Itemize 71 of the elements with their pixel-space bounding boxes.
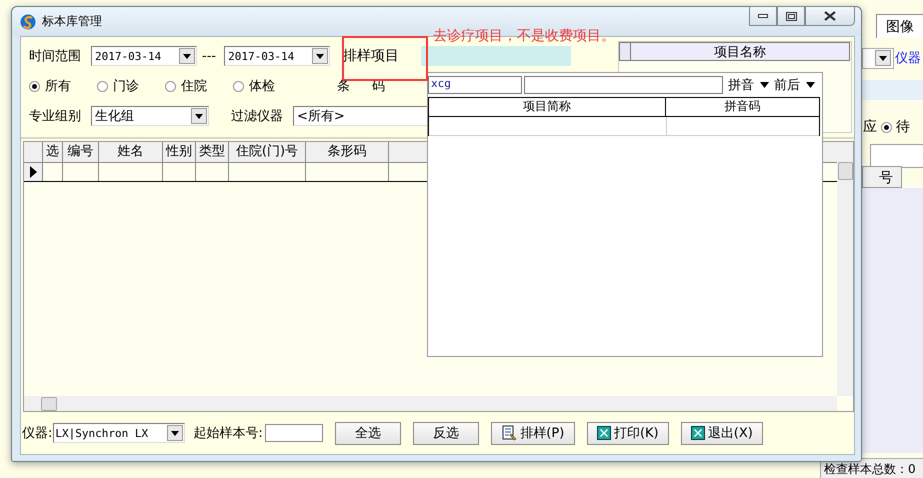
- box-x-icon: [690, 426, 705, 440]
- instrument-link[interactable]: 仪器: [895, 49, 921, 67]
- radio-label: 所有: [45, 78, 71, 95]
- maximize-icon: [786, 12, 796, 20]
- radio-label: 体检: [249, 78, 275, 95]
- column-header: 姓名: [99, 142, 163, 162]
- radio-button[interactable]: [233, 80, 244, 92]
- column-header: 编号: [63, 142, 99, 162]
- box-x-icon: [596, 426, 611, 440]
- column-header: 性别: [163, 142, 196, 162]
- radio-label: 待: [896, 118, 910, 136]
- icon-button[interactable]: 排样(P): [490, 422, 575, 444]
- mode-dropdown[interactable]: 拼音: [728, 76, 769, 94]
- caret-icon: [171, 430, 180, 436]
- caret-icon: [806, 82, 815, 88]
- maximize-button[interactable]: [777, 6, 805, 26]
- minimize-icon: [758, 14, 768, 18]
- date-picker[interactable]: 2017-03-14: [91, 46, 197, 66]
- column-header: 号: [862, 166, 902, 188]
- annotation-text: 去诊疗项目，不是收费项目。: [433, 27, 615, 45]
- document-icon: [501, 425, 518, 441]
- instrument-dropdown[interactable]: LX|Synchron LX: [53, 423, 186, 443]
- header-corner: [619, 42, 631, 61]
- radio-button[interactable]: [97, 80, 108, 92]
- date-range-label: 时间范围: [29, 48, 81, 65]
- row-pointer-icon: [30, 166, 36, 178]
- group-dropdown[interactable]: 生化组: [91, 106, 209, 126]
- button[interactable]: 反选: [412, 422, 479, 444]
- caret-icon: [183, 54, 191, 58]
- column-header: 项目名称: [631, 42, 850, 61]
- window-title: 标本库管理: [42, 13, 102, 30]
- caret-icon: [879, 56, 887, 60]
- caret-icon: [760, 82, 769, 88]
- start-sample-label: 起始样本号:: [193, 425, 263, 442]
- column-header: 项目简称: [429, 98, 666, 117]
- scheduling-items-field[interactable]: [421, 46, 572, 66]
- dropdown[interactable]: [862, 48, 894, 69]
- status-bar: 检查样本总数：0: [820, 458, 923, 478]
- minimize-button[interactable]: [749, 6, 777, 26]
- caret-icon: [316, 54, 324, 58]
- label-fragment: 应: [863, 118, 877, 136]
- app-logo-icon: [20, 14, 36, 30]
- close-icon: [824, 11, 836, 21]
- radio-button[interactable]: [881, 122, 892, 132]
- input-field[interactable]: [524, 76, 723, 94]
- column-header: 条形码: [306, 142, 389, 162]
- horizontal-scrollbar[interactable]: [24, 396, 837, 411]
- column-header: 类型: [196, 142, 229, 162]
- radio-label: 门诊: [113, 78, 139, 95]
- button[interactable]: 全选: [334, 422, 401, 444]
- radio-button[interactable]: [165, 80, 176, 92]
- scheduling-items-label: 排样项目: [343, 47, 400, 65]
- close-button[interactable]: [805, 6, 855, 26]
- match-dropdown[interactable]: 前后: [774, 76, 815, 94]
- tab[interactable]: 图像: [876, 14, 923, 38]
- radio-button[interactable]: [29, 80, 40, 92]
- start-sample-input[interactable]: [264, 424, 323, 442]
- column-header: 住院(门)号: [229, 142, 306, 162]
- instrument-filter-label: 过滤仪器: [231, 108, 283, 125]
- instrument-label: 仪器:: [22, 425, 52, 442]
- group-label: 专业组别: [29, 108, 81, 125]
- search-field[interactable]: xcg: [428, 76, 522, 94]
- icon-button[interactable]: 退出(X): [680, 422, 763, 444]
- date-picker[interactable]: 2017-03-14: [224, 46, 330, 66]
- range-separator: ---: [202, 48, 216, 64]
- caret-icon: [195, 114, 203, 118]
- column-header: 拼音码: [666, 98, 819, 117]
- column-header: 选: [43, 142, 63, 162]
- radio-label: 住院: [181, 78, 207, 95]
- icon-button[interactable]: 打印(K): [586, 422, 669, 444]
- input-field[interactable]: [870, 144, 923, 168]
